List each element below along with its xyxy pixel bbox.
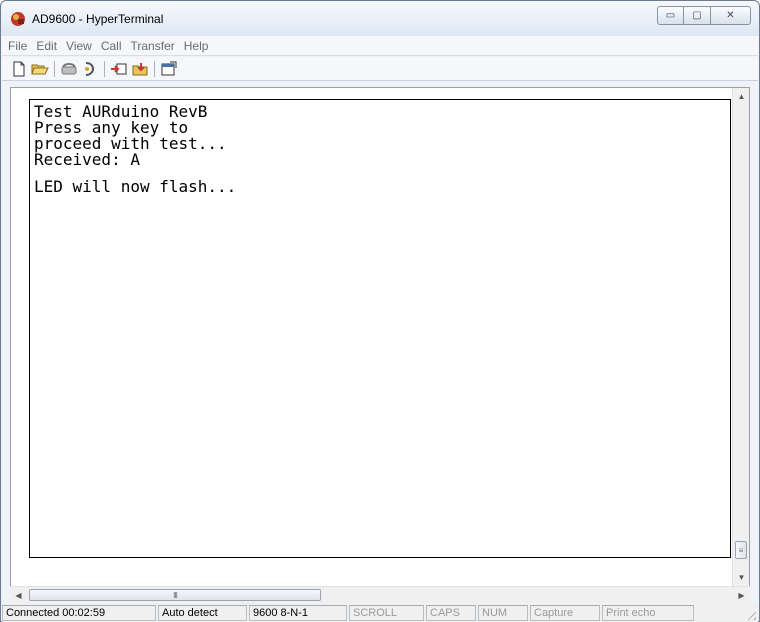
horizontal-scrollbar[interactable]: ◀ III ▶ bbox=[10, 586, 750, 603]
status-connected: Connected 00:02:59 bbox=[2, 604, 156, 621]
menu-bar: File Edit View Call Transfer Help bbox=[2, 36, 758, 56]
vertical-scrollbar[interactable]: ▲ ≡ ▼ bbox=[732, 88, 749, 586]
toolbar-separator bbox=[104, 60, 105, 77]
status-port-settings: 9600 8-N-1 bbox=[249, 604, 347, 621]
menu-help[interactable]: Help bbox=[184, 39, 209, 53]
status-num: NUM bbox=[478, 604, 528, 621]
status-caps: CAPS bbox=[426, 604, 476, 621]
scroll-down-arrow-icon[interactable]: ▼ bbox=[733, 569, 750, 586]
status-capture: Capture bbox=[530, 604, 600, 621]
hyperterminal-window: AD9600 - HyperTerminal ▭ ▢ ✕ File Edit V… bbox=[0, 0, 760, 622]
scroll-left-arrow-icon[interactable]: ◀ bbox=[10, 587, 27, 604]
new-connection-icon[interactable] bbox=[10, 60, 28, 78]
hyperterminal-app-icon[interactable] bbox=[10, 11, 26, 27]
receive-icon[interactable] bbox=[131, 60, 149, 78]
open-folder-icon[interactable] bbox=[31, 60, 49, 78]
window-title: AD9600 - HyperTerminal bbox=[32, 12, 164, 26]
menu-file[interactable]: File bbox=[8, 39, 27, 53]
status-scroll: SCROLL bbox=[349, 604, 424, 621]
minimize-button[interactable]: ▭ bbox=[657, 6, 684, 25]
terminal-client-area[interactable]: Test AURduino RevB Press any key to proc… bbox=[10, 87, 750, 587]
resize-grip-icon[interactable] bbox=[744, 608, 756, 620]
properties-icon[interactable] bbox=[160, 60, 178, 78]
toolbar bbox=[2, 57, 758, 81]
send-icon[interactable] bbox=[110, 60, 128, 78]
scroll-right-arrow-icon[interactable]: ▶ bbox=[733, 587, 750, 604]
status-print-echo: Print echo bbox=[602, 604, 694, 621]
menu-transfer[interactable]: Transfer bbox=[131, 39, 175, 53]
terminal-screen[interactable]: Test AURduino RevB Press any key to proc… bbox=[29, 99, 731, 558]
terminal-output: Test AURduino RevB Press any key to proc… bbox=[34, 104, 236, 195]
status-bar: Connected 00:02:59 Auto detect 9600 8-N-… bbox=[2, 603, 758, 622]
caption-buttons: ▭ ▢ ✕ bbox=[657, 6, 751, 25]
horizontal-scroll-thumb[interactable]: III bbox=[29, 589, 321, 601]
disconnect-phone-icon[interactable] bbox=[60, 60, 78, 78]
vertical-scroll-thumb[interactable]: ≡ bbox=[735, 541, 747, 559]
scroll-up-arrow-icon[interactable]: ▲ bbox=[733, 88, 750, 105]
menu-view[interactable]: View bbox=[66, 39, 92, 53]
terminal-line: LED will now flash... bbox=[34, 177, 237, 196]
dial-icon[interactable] bbox=[81, 60, 99, 78]
close-button[interactable]: ✕ bbox=[711, 6, 751, 25]
toolbar-separator bbox=[154, 60, 155, 77]
title-bar[interactable]: AD9600 - HyperTerminal ▭ ▢ ✕ bbox=[1, 1, 759, 36]
menu-edit[interactable]: Edit bbox=[36, 39, 57, 53]
maximize-button[interactable]: ▢ bbox=[684, 6, 711, 25]
toolbar-separator bbox=[54, 60, 55, 77]
terminal-line: Received: A bbox=[34, 150, 140, 169]
status-detect: Auto detect bbox=[158, 604, 247, 621]
menu-call[interactable]: Call bbox=[101, 39, 122, 53]
